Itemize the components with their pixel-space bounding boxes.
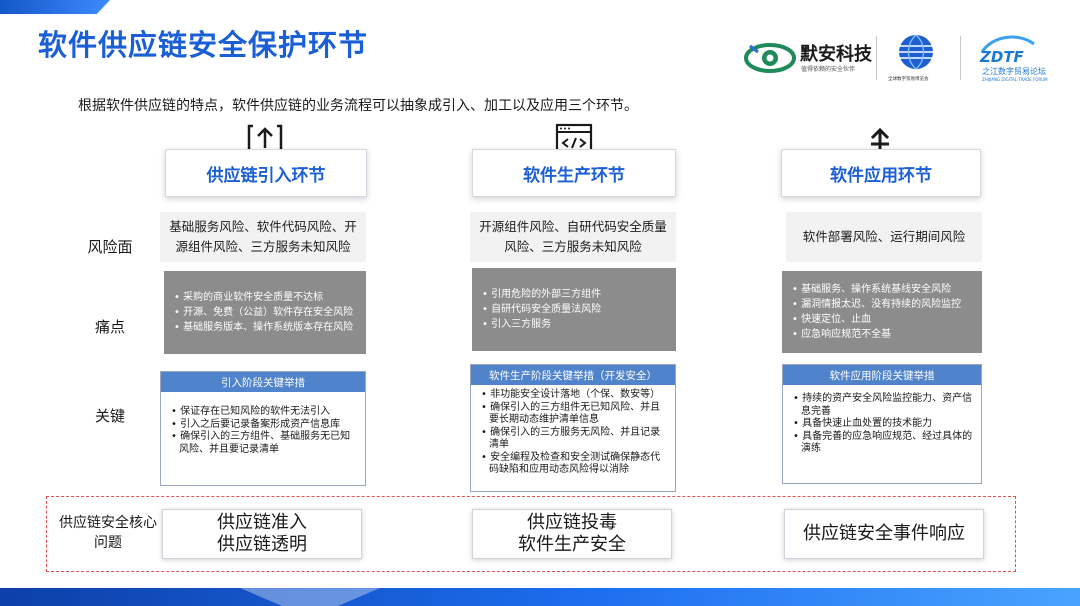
pain-item: 自研代码安全质量法风险	[482, 302, 666, 317]
moresec-slogan: 值得依赖的安全伙伴	[801, 66, 856, 73]
core-item: 软件生产安全	[518, 534, 626, 555]
key-box-title: 引入阶段关键举措	[161, 372, 365, 392]
gdte-globe-icon	[899, 34, 933, 70]
top-left-decoration	[0, 0, 110, 14]
pain-item: 采购的商业软件安全质量不达标	[174, 290, 356, 305]
zdtf-name: 之江数字贸易论坛	[982, 67, 1046, 76]
key-item: 确保引入的三方服务无风险、并且记录清单	[481, 427, 667, 452]
row-label-core: 供应链安全核心问题	[59, 515, 157, 551]
gdte-subtitle: 全球数字贸易博览会	[888, 77, 929, 82]
key-item: 具备快速止血处置的技术能力	[793, 418, 973, 431]
pain-box-import: 采购的商业软件安全质量不达标 开源、免费（公益）软件存在安全风险 基础服务版本、…	[164, 271, 366, 354]
logo-divider	[960, 36, 961, 80]
key-box-title: 软件生产阶段关键举措（开发安全）	[471, 365, 675, 385]
key-item: 安全编程及检查和安全测试确保静态代码缺陷和应用动态风险得以消除	[481, 452, 667, 477]
core-item: 供应链准入	[217, 512, 307, 533]
key-item: 确保引入的三方组件、基础服务无已知风险、并且要记录清单	[171, 431, 357, 456]
key-item: 确保引入的三方组件无已知风险、并且要长期动态维护清单信息	[481, 402, 667, 427]
row-label-risk: 风险面	[87, 238, 133, 256]
moresec-eye-icon	[744, 43, 796, 73]
pain-box-production: 引用危险的外部三方组件 自研代码安全质量法风险 引入三方服务	[472, 268, 676, 351]
gdte-logo: 全球数字贸易博览会	[886, 32, 946, 88]
pain-box-application: 基础服务、操作系统基线安全风险 漏洞情报太迟、没有持续的风险监控 快速定位、止血…	[782, 271, 982, 353]
key-item: 引入之后要记录备案形成资产信息库	[171, 419, 357, 432]
row-label-key: 关键	[94, 407, 125, 425]
key-item: 持续的资产安全风险监控能力、资产信息完善	[793, 393, 973, 418]
key-box-title: 软件应用阶段关键举措	[783, 365, 981, 385]
pain-item: 引入三方服务	[482, 317, 666, 332]
core-box-production: 供应链投毒 软件生产安全	[472, 509, 672, 559]
row-label-pain: 痛点	[94, 318, 125, 336]
pain-item: 漏洞情报太迟、没有持续的风险监控	[792, 297, 972, 312]
stage-header-application: 软件应用环节	[781, 149, 981, 197]
risk-box-production: 开源组件风险、自研代码安全质量风险、三方服务未知风险	[470, 212, 676, 262]
core-box-import: 供应链准入 供应链透明	[162, 509, 362, 559]
risk-box-import: 基础服务风险、软件代码风险、开源组件风险、三方服务未知风险	[160, 212, 366, 262]
page-title: 软件供应链安全保护环节	[38, 28, 369, 62]
key-item: 非功能安全设计落地（个保、数安等）	[481, 389, 667, 402]
key-box-production: 软件生产阶段关键举措（开发安全） 非功能安全设计落地（个保、数安等） 确保引入的…	[470, 364, 676, 492]
pain-item: 快速定位、止血	[792, 312, 972, 327]
pain-item: 基础服务版本、操作系统版本存在风险	[174, 320, 356, 335]
zdtf-mark: ZDTF	[980, 48, 1024, 66]
stage-header-import: 供应链引入环节	[165, 149, 367, 197]
key-item: 保证存在已知风险的软件无法引入	[171, 406, 357, 419]
zdtf-logo: ZDTF 之江数字贸易论坛 ZHIJIANG DIGITAL TRADE FOR…	[970, 32, 1060, 88]
bottom-decoration-band	[0, 588, 1080, 606]
core-item: 供应链投毒	[527, 512, 617, 533]
key-item: 具备完善的应急响应规范、经过具体的演练	[793, 431, 973, 456]
moresec-logo: 默安科技 值得依赖的安全伙伴	[744, 38, 894, 78]
pain-item: 基础服务、操作系统基线安全风险	[792, 282, 972, 297]
risk-box-application: 软件部署风险、运行期间风险	[786, 212, 982, 262]
core-item: 供应链透明	[217, 534, 307, 555]
zdtf-subtitle: ZHIJIANG DIGITAL TRADE FORUM	[982, 77, 1048, 82]
pain-item: 引用危险的外部三方组件	[482, 287, 666, 302]
stage-header-production: 软件生产环节	[472, 149, 676, 197]
key-box-import: 引入阶段关键举措 保证存在已知风险的软件无法引入 引入之后要记录备案形成资产信息…	[160, 371, 366, 486]
pain-item: 应急响应规范不全基	[792, 327, 972, 342]
logo-divider	[876, 36, 877, 80]
core-item: 供应链安全事件响应	[803, 523, 965, 544]
key-box-application: 软件应用阶段关键举措 持续的资产安全风险监控能力、资产信息完善 具备快速止血处置…	[782, 364, 982, 484]
pain-item: 开源、免费（公益）软件存在安全风险	[174, 305, 356, 320]
moresec-name: 默安科技	[800, 44, 872, 65]
core-box-application: 供应链安全事件响应	[784, 509, 984, 559]
intro-text: 根据软件供应链的特点，软件供应链的业务流程可以抽象成引入、加工以及应用三个环节。	[78, 98, 638, 114]
